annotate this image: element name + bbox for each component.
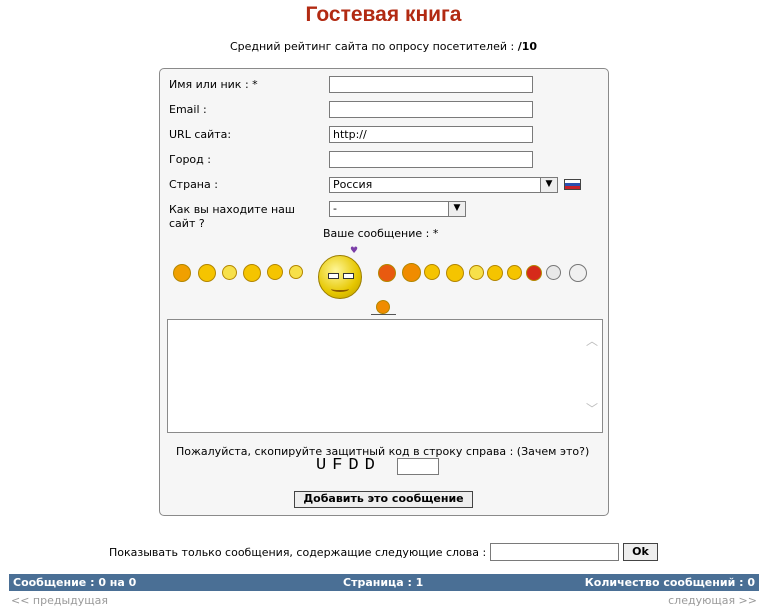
country-selected-value: Россия xyxy=(333,178,373,191)
scroll-up-icon[interactable]: ︿ xyxy=(586,332,598,349)
country-select[interactable]: Россия ▼ xyxy=(329,177,558,193)
smiley-underline xyxy=(371,314,396,315)
bouncing-smiley-icon[interactable] xyxy=(376,300,390,314)
filter-ok-button[interactable]: Ok xyxy=(623,543,658,561)
find-site-select[interactable]: - ▼ xyxy=(329,201,466,217)
chevron-down-icon: ▼ xyxy=(540,178,557,192)
sad-smiley-icon[interactable] xyxy=(424,264,440,280)
wink-smiley-icon[interactable] xyxy=(446,264,464,282)
cool-smiley-icon[interactable] xyxy=(243,264,261,282)
page-title: Гостевая книга xyxy=(305,3,462,26)
captcha-image: UFDD xyxy=(316,456,381,475)
captcha-input[interactable] xyxy=(397,458,439,475)
status-messages: Сообщение : 0 на 0 xyxy=(13,576,137,589)
red-smiley-icon[interactable] xyxy=(526,265,542,281)
confused-smiley-icon[interactable] xyxy=(469,265,484,280)
filter-label: Показывать только сообщения, содержащие … xyxy=(109,546,487,559)
chevron-down-icon: ▼ xyxy=(448,202,465,216)
status-bar: Сообщение : 0 на 0 Страница : 1 Количест… xyxy=(9,574,759,591)
grin-smiley-icon[interactable] xyxy=(198,264,216,282)
angry-smiley-icon[interactable] xyxy=(173,264,191,282)
cat-smiley-icon[interactable] xyxy=(507,265,522,280)
find-site-label-line2: сайт ? xyxy=(169,217,205,230)
city-label: Город : xyxy=(169,153,211,166)
rating-value: /10 xyxy=(517,40,538,53)
dizzy-smiley-icon[interactable] xyxy=(289,265,303,279)
status-page: Страница : 1 xyxy=(343,576,424,589)
red-angry-smiley-icon[interactable] xyxy=(378,264,396,282)
email-label: Email : xyxy=(169,103,207,116)
url-input[interactable] xyxy=(329,126,533,143)
flag-icon xyxy=(564,179,581,190)
grey-smiley-icon[interactable] xyxy=(546,265,561,280)
find-site-selected-value: - xyxy=(333,202,337,215)
city-input[interactable] xyxy=(329,151,533,168)
next-page-link[interactable]: следующая >> xyxy=(668,594,757,607)
smile-smiley-icon[interactable] xyxy=(222,265,237,280)
rating-label: Средний рейтинг сайта по опросу посетите… xyxy=(229,40,515,53)
crying-smiley-icon[interactable] xyxy=(569,264,587,282)
message-textarea[interactable]: ︿ ﹀ xyxy=(167,319,603,433)
name-input[interactable] xyxy=(329,76,533,93)
big-smiley-icon[interactable] xyxy=(318,255,362,299)
find-site-label-line1: Как вы находите наш xyxy=(169,203,295,216)
url-label: URL сайта: xyxy=(169,128,232,141)
prev-page-link[interactable]: << предыдущая xyxy=(11,594,108,607)
orange-smiley-icon[interactable] xyxy=(402,263,421,282)
glasses-smiley-icon[interactable] xyxy=(267,264,283,280)
devil-smiley-icon[interactable] xyxy=(487,265,503,281)
status-count: Количество сообщений : 0 xyxy=(584,576,755,589)
name-label: Имя или ник : * xyxy=(169,78,258,91)
find-site-label: Как вы находите наш сайт ? xyxy=(169,203,295,231)
filter-search-input[interactable] xyxy=(490,543,619,561)
heart-icon: ♥ xyxy=(350,246,359,256)
site-rating: Средний рейтинг сайта по опросу посетите… xyxy=(0,40,767,53)
message-label: Ваше сообщение : * xyxy=(323,227,439,240)
submit-message-button[interactable]: Добавить это сообщение xyxy=(294,491,473,508)
email-input[interactable] xyxy=(329,101,533,118)
scroll-down-icon[interactable]: ﹀ xyxy=(586,400,598,417)
country-label: Страна : xyxy=(169,178,218,191)
